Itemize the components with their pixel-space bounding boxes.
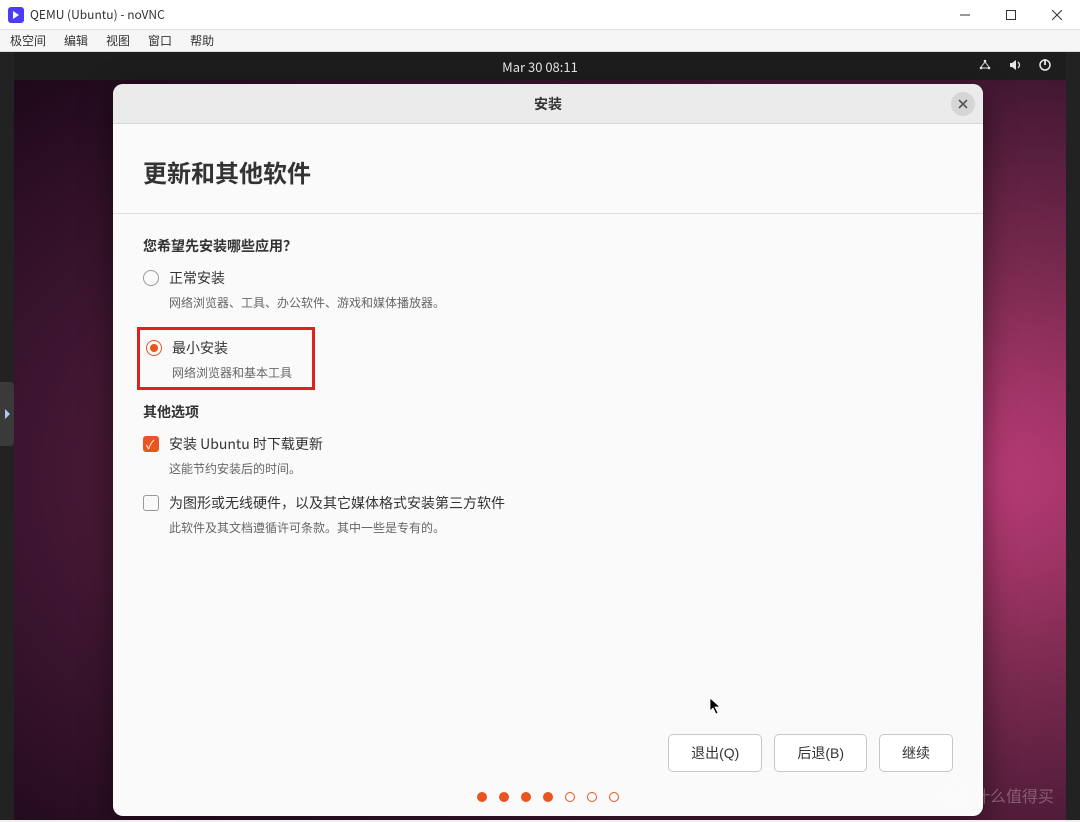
minimize-button[interactable] xyxy=(942,0,988,30)
page-heading: 更新和其他软件 xyxy=(143,154,953,189)
checkbox-icon[interactable] xyxy=(143,495,159,511)
close-button[interactable] xyxy=(1034,0,1080,30)
app-icon xyxy=(8,7,24,23)
menu-item[interactable]: 极空间 xyxy=(10,32,46,49)
option-desc: 这能节约安装后的时间。 xyxy=(169,460,953,477)
back-button[interactable]: 后退(B) xyxy=(774,734,867,772)
network-icon[interactable] xyxy=(978,57,992,76)
step-dot-filled xyxy=(521,792,531,802)
checkbox-thirdparty[interactable]: 为图形或无线硬件，以及其它媒体格式安装第三方软件 xyxy=(143,493,953,513)
divider xyxy=(113,213,983,214)
menu-item[interactable]: 帮助 xyxy=(190,32,214,49)
step-dot xyxy=(609,792,619,802)
window-titlebar: QEMU (Ubuntu) - noVNC xyxy=(0,0,1080,30)
menu-item[interactable]: 窗口 xyxy=(148,32,172,49)
option-label: 最小安装 xyxy=(172,338,228,358)
step-dot xyxy=(565,792,575,802)
topbar-datetime[interactable]: Mar 30 08:11 xyxy=(502,57,578,76)
radio-option-minimal[interactable]: 最小安装 xyxy=(146,338,306,358)
power-icon[interactable] xyxy=(1038,57,1052,76)
dialog-close-button[interactable] xyxy=(951,92,975,116)
menu-item[interactable]: 视图 xyxy=(106,32,130,49)
option-label: 安装 Ubuntu 时下载更新 xyxy=(169,434,323,454)
vnc-viewport: Mar 30 08:11 安装 xyxy=(0,52,1080,820)
dialog-titlebar: 安装 xyxy=(113,84,983,124)
step-dot-filled xyxy=(543,792,553,802)
watermark: 值 什么值得买 xyxy=(942,782,1054,808)
option-desc: 网络浏览器和基本工具 xyxy=(172,364,306,381)
option-label: 正常安装 xyxy=(169,268,225,288)
novnc-menubar: 极空间 编辑 视图 窗口 帮助 xyxy=(0,30,1080,52)
window-title: QEMU (Ubuntu) - noVNC xyxy=(30,6,165,23)
volume-icon[interactable] xyxy=(1008,57,1022,76)
radio-icon-checked[interactable] xyxy=(146,340,162,356)
radio-option-normal[interactable]: 正常安装 xyxy=(143,268,953,288)
step-dot-filled xyxy=(477,792,487,802)
watermark-text: 什么值得买 xyxy=(974,783,1054,807)
continue-button[interactable]: 继续 xyxy=(879,734,953,772)
dialog-body: 更新和其他软件 您希望先安装哪些应用？ 正常安装 网络浏览器、工具、办公软件、游… xyxy=(113,124,983,716)
step-dot xyxy=(587,792,597,802)
question-label: 其他选项 xyxy=(143,402,953,422)
watermark-badge: 值 xyxy=(942,782,968,808)
option-label: 为图形或无线硬件，以及其它媒体格式安装第三方软件 xyxy=(169,493,505,513)
dialog-footer: 退出(Q) 后退(B) 继续 xyxy=(113,716,983,790)
step-dot-filled xyxy=(499,792,509,802)
ubuntu-desktop: Mar 30 08:11 安装 xyxy=(14,52,1066,820)
option-desc: 网络浏览器、工具、办公软件、游戏和媒体播放器。 xyxy=(169,294,953,311)
option-desc: 此软件及其文档遵循许可条款。其中一些是专有的。 xyxy=(169,519,953,536)
checkbox-icon-checked[interactable] xyxy=(143,436,159,452)
menu-item[interactable]: 编辑 xyxy=(64,32,88,49)
red-highlight-box: 最小安装 网络浏览器和基本工具 xyxy=(137,327,315,390)
gnome-topbar: Mar 30 08:11 xyxy=(14,52,1066,80)
maximize-button[interactable] xyxy=(988,0,1034,30)
step-dots xyxy=(113,790,983,816)
installer-dialog: 安装 更新和其他软件 您希望先安装哪些应用？ 正常安装 网络浏览器、工具、办公软… xyxy=(113,84,983,816)
radio-icon[interactable] xyxy=(143,270,159,286)
checkbox-download-updates[interactable]: 安装 Ubuntu 时下载更新 xyxy=(143,434,953,454)
question-label: 您希望先安装哪些应用？ xyxy=(143,236,953,256)
quit-button[interactable]: 退出(Q) xyxy=(668,734,762,772)
novnc-toolbar-handle[interactable] xyxy=(0,382,14,446)
dialog-title: 安装 xyxy=(534,94,562,114)
